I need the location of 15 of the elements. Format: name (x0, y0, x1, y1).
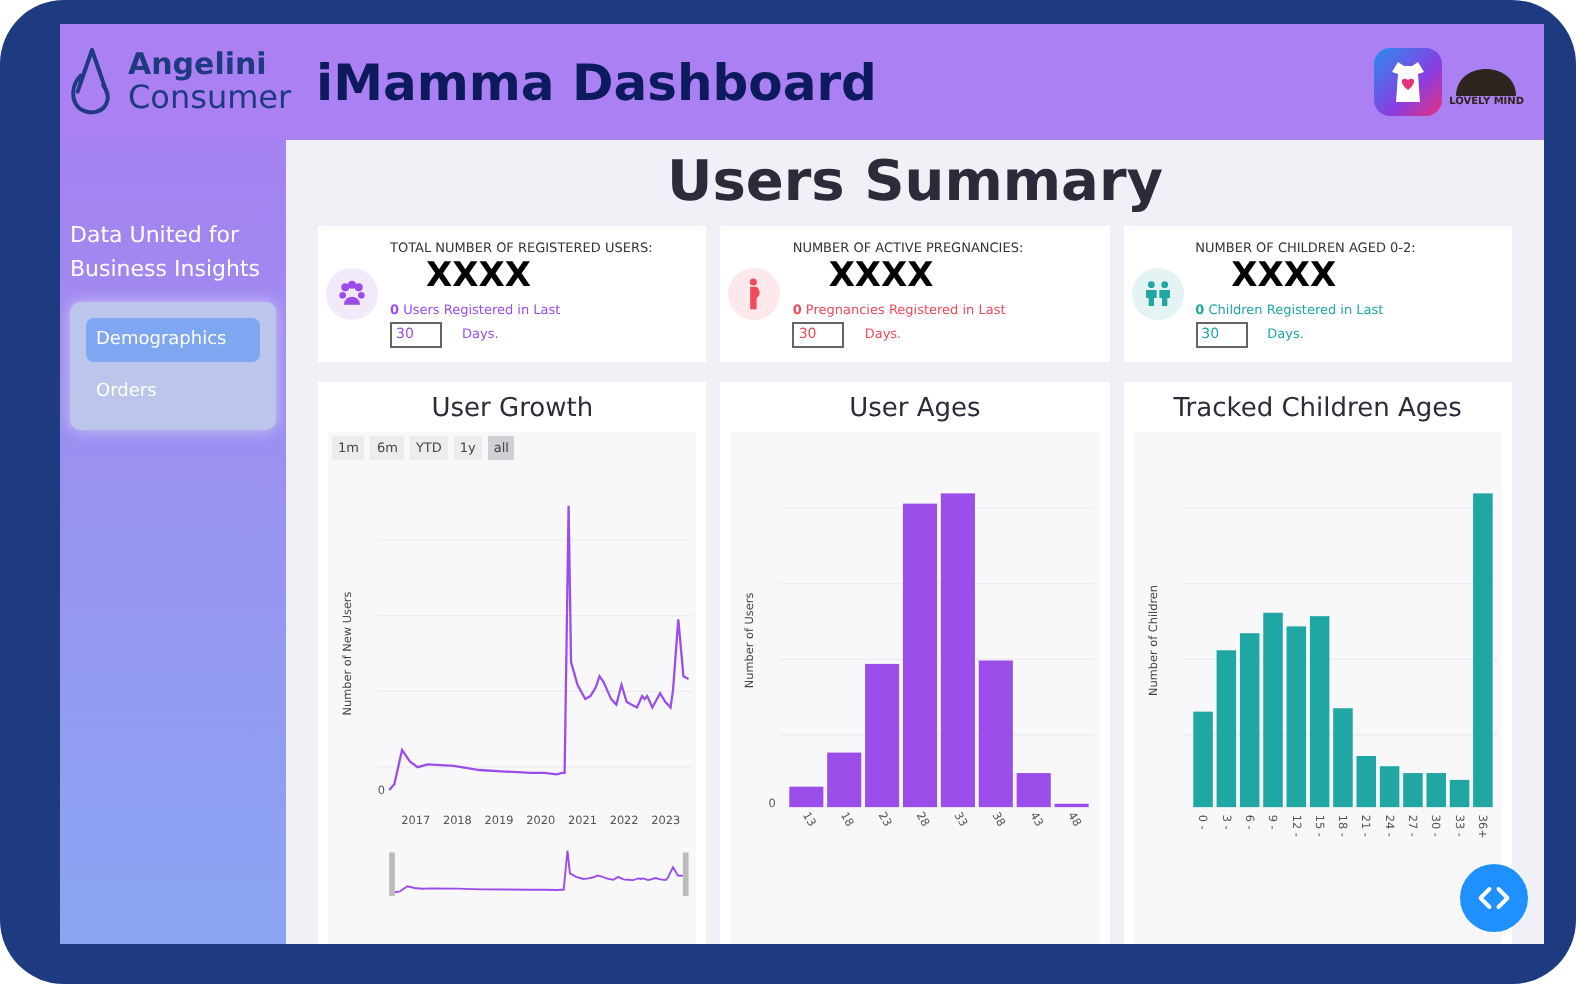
stat-value: XXXX (1231, 256, 1339, 298)
two-children-icon (1141, 278, 1174, 310)
dashboard-title: iMamma Dashboard (316, 53, 879, 111)
chart-title: User Growth (431, 394, 594, 424)
pregnant-woman-icon (747, 278, 762, 310)
brand-name: Angelini (128, 47, 269, 81)
stat-value: XXXX (828, 256, 936, 298)
sidebar-tagline: Data United for Business Insights (70, 220, 263, 285)
chart-title: Tracked Children Ages (1173, 394, 1462, 424)
stat-value: XXXX (426, 256, 533, 298)
group-icon (336, 278, 368, 310)
page-title: Users Summary (664, 148, 1166, 214)
chart-title: User Ages (849, 394, 981, 424)
brand-subtitle: Consumer (128, 80, 292, 117)
app-icon (1373, 48, 1442, 116)
